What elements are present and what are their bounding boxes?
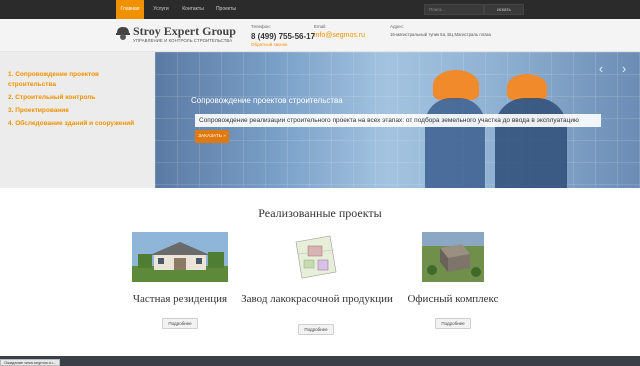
helmet-left-graphic: [433, 70, 479, 100]
slide-caption: Сопровождение реализации строительного п…: [195, 114, 601, 127]
hero-slider: ‹ › Сопровождение проектов строительства…: [155, 52, 640, 188]
search-input[interactable]: Поиск...: [424, 4, 484, 15]
worker-helmet-icon: [116, 27, 130, 40]
services-sidebar: 1. Сопровождение проектов строительства …: [8, 70, 148, 132]
worker-left-graphic: [425, 98, 485, 188]
project-name-residence[interactable]: Частная резиденция: [100, 294, 260, 305]
slide-title: Сопровождение проектов строительства: [191, 96, 343, 105]
project-image-factory[interactable]: [290, 232, 340, 282]
sidebar-item-project-support[interactable]: 1. Сопровождение проектов строительства: [8, 70, 148, 90]
projects-section-title: Реализованные проекты: [258, 206, 382, 220]
phone-label: Телефон:: [251, 24, 271, 29]
sidebar-item-construction-control[interactable]: 2. Строительный контроль: [8, 93, 148, 103]
worker-right-graphic: [495, 98, 567, 188]
nav-services[interactable]: Услуги: [148, 0, 174, 19]
email-link[interactable]: info@segmos.ru: [314, 32, 365, 39]
project-name-office[interactable]: Офисный комплекс: [373, 294, 533, 305]
sidebar-item-inspection[interactable]: 4. Обследование зданий и сооружений: [8, 119, 148, 129]
browser-status-bar: Ожидание www.segmos.ru...: [0, 359, 60, 366]
order-button[interactable]: ЗАКАЗАТЬ »: [195, 130, 229, 143]
email-label: Email:: [314, 24, 327, 29]
logo-title[interactable]: Stroy Expert Group: [133, 24, 236, 39]
nav-home[interactable]: Главная: [116, 0, 144, 19]
site-header: Stroy Expert Group УПРАВЛЕНИЕ И КОНТРОЛЬ…: [0, 19, 640, 52]
top-nav: Главная Услуги Контакты Проекты Поиск...…: [0, 0, 640, 19]
sidebar-item-design[interactable]: 3. Проектирование: [8, 106, 148, 116]
address-label: Адрес:: [390, 24, 405, 29]
search-button[interactable]: искать: [484, 4, 524, 15]
details-button-factory[interactable]: Подробнее: [298, 324, 334, 335]
helmet-right-graphic: [507, 74, 547, 100]
nav-contacts[interactable]: Контакты: [178, 0, 208, 19]
project-image-office[interactable]: [422, 232, 484, 282]
callback-link[interactable]: Обратный звонок: [251, 42, 287, 47]
project-image-residence[interactable]: [132, 232, 228, 282]
slider-prev-arrow[interactable]: ‹: [596, 62, 606, 76]
nav-projects[interactable]: Проекты: [212, 0, 240, 19]
details-button-residence[interactable]: Подробнее: [162, 318, 198, 329]
footer-image-strip: [0, 356, 640, 366]
logo-subtitle: УПРАВЛЕНИЕ И КОНТРОЛЬ СТРОИТЕЛЬСТВА: [133, 38, 233, 43]
details-button-office[interactable]: Подробнее: [435, 318, 471, 329]
address-text: 16-магистральный тупик 5а, БЦ Магистраль…: [390, 32, 491, 37]
phone-number: 8 (499) 755-56-17: [251, 32, 316, 41]
slider-next-arrow[interactable]: ›: [619, 62, 629, 76]
